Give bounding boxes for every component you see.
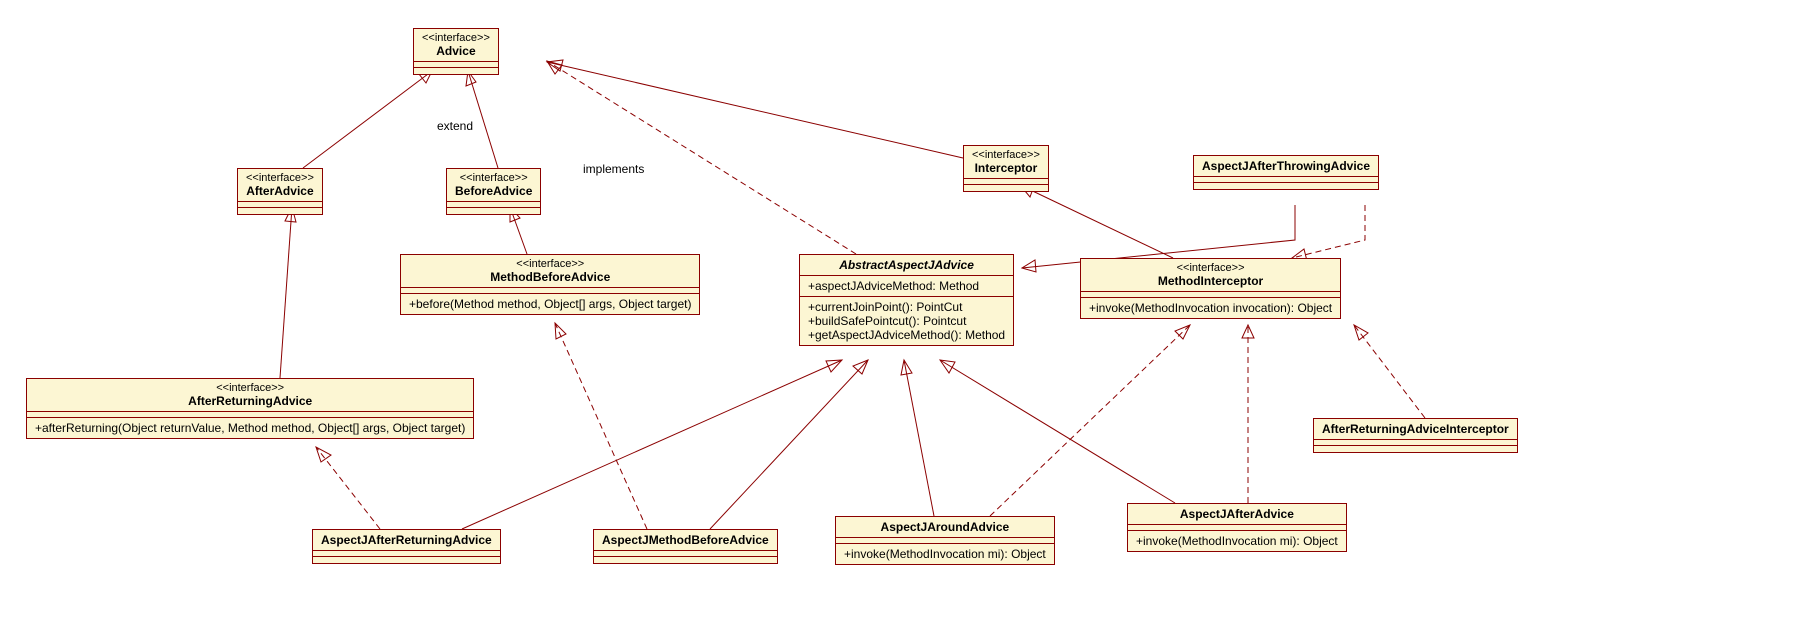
class-header: AspectJAfterThrowingAdvice [1194, 156, 1378, 177]
class-name: BeforeAdvice [455, 184, 532, 198]
method: +invoke(MethodInvocation invocation): Ob… [1089, 301, 1332, 315]
class-name: AspectJMethodBeforeAdvice [602, 533, 769, 547]
class-aspectj-after-throwing: AspectJAfterThrowingAdvice [1193, 155, 1379, 190]
class-before-advice: <<interface>> BeforeAdvice [446, 168, 541, 215]
stereotype: <<interface>> [409, 258, 691, 270]
class-aspectj-method-before: AspectJMethodBeforeAdvice [593, 529, 778, 564]
class-name: AspectJAfterThrowingAdvice [1202, 159, 1370, 173]
method: +invoke(MethodInvocation mi): Object [844, 547, 1046, 561]
stereotype: <<interface>> [422, 32, 490, 44]
class-name: Advice [422, 44, 490, 58]
class-name: AfterReturningAdvice [35, 394, 465, 408]
stereotype: <<interface>> [35, 382, 465, 394]
methods-section: +invoke(MethodInvocation mi): Object [1128, 531, 1346, 551]
class-header: AspectJMethodBeforeAdvice [594, 530, 777, 551]
class-interceptor: <<interface>> Interceptor [963, 145, 1049, 192]
methods-section: +before(Method method, Object[] args, Ob… [401, 294, 699, 314]
class-aspectj-around: AspectJAroundAdvice +invoke(MethodInvoca… [835, 516, 1055, 565]
methods-section: +invoke(MethodInvocation invocation): Ob… [1081, 298, 1340, 318]
methods-section [313, 557, 500, 563]
class-method-before-advice: <<interface>> MethodBeforeAdvice +before… [400, 254, 700, 315]
class-name: AspectJAroundAdvice [844, 520, 1046, 534]
stereotype: <<interface>> [246, 172, 314, 184]
methods-section [1314, 446, 1517, 452]
class-abstract-aspectj-advice: AbstractAspectJAdvice +aspectJAdviceMeth… [799, 254, 1014, 346]
methods-section [238, 208, 322, 214]
method: +buildSafePointcut(): Pointcut [808, 314, 1005, 328]
methods-section [414, 68, 498, 74]
class-after-returning-interceptor: AfterReturningAdviceInterceptor [1313, 418, 1518, 453]
methods-section: +currentJoinPoint(): PointCut +buildSafe… [800, 297, 1013, 345]
method: +getAspectJAdviceMethod(): Method [808, 328, 1005, 342]
class-header: <<interface>> MethodInterceptor [1081, 259, 1340, 292]
method: +invoke(MethodInvocation mi): Object [1136, 534, 1338, 548]
class-header: AspectJAroundAdvice [836, 517, 1054, 538]
class-header: <<interface>> MethodBeforeAdvice [401, 255, 699, 288]
stereotype: <<interface>> [972, 149, 1040, 161]
class-header: AspectJAfterReturningAdvice [313, 530, 500, 551]
methods-section: +invoke(MethodInvocation mi): Object [836, 544, 1054, 564]
methods-section [964, 185, 1048, 191]
label-implements: implements [583, 162, 644, 176]
class-name: MethodBeforeAdvice [409, 270, 691, 284]
class-name: AspectJAfterReturningAdvice [321, 533, 492, 547]
class-name: MethodInterceptor [1089, 274, 1332, 288]
class-header: <<interface>> AfterReturningAdvice [27, 379, 473, 412]
methods-section [594, 557, 777, 563]
class-header: <<interface>> AfterAdvice [238, 169, 322, 202]
methods-section [1194, 183, 1378, 189]
class-header: AbstractAspectJAdvice [800, 255, 1013, 276]
attributes-section: +aspectJAdviceMethod: Method [800, 276, 1013, 297]
class-header: AspectJAfterAdvice [1128, 504, 1346, 525]
class-aspectj-after-returning: AspectJAfterReturningAdvice [312, 529, 501, 564]
attribute: +aspectJAdviceMethod: Method [808, 279, 1005, 293]
class-name: AbstractAspectJAdvice [808, 258, 1005, 272]
class-name: Interceptor [972, 161, 1040, 175]
method: +afterReturning(Object returnValue, Meth… [35, 421, 465, 435]
class-after-returning-advice: <<interface>> AfterReturningAdvice +afte… [26, 378, 474, 439]
class-header: <<interface>> BeforeAdvice [447, 169, 540, 202]
methods-section [447, 208, 540, 214]
method: +currentJoinPoint(): PointCut [808, 300, 1005, 314]
class-name: AfterAdvice [246, 184, 314, 198]
methods-section: +afterReturning(Object returnValue, Meth… [27, 418, 473, 438]
class-advice: <<interface>> Advice [413, 28, 499, 75]
class-header: <<interface>> Interceptor [964, 146, 1048, 179]
class-header: <<interface>> Advice [414, 29, 498, 62]
stereotype: <<interface>> [1089, 262, 1332, 274]
stereotype: <<interface>> [455, 172, 532, 184]
class-method-interceptor: <<interface>> MethodInterceptor +invoke(… [1080, 258, 1341, 319]
class-aspectj-after: AspectJAfterAdvice +invoke(MethodInvocat… [1127, 503, 1347, 552]
class-name: AfterReturningAdviceInterceptor [1322, 422, 1509, 436]
class-name: AspectJAfterAdvice [1136, 507, 1338, 521]
class-after-advice: <<interface>> AfterAdvice [237, 168, 323, 215]
label-extend: extend [437, 119, 473, 133]
method: +before(Method method, Object[] args, Ob… [409, 297, 691, 311]
class-header: AfterReturningAdviceInterceptor [1314, 419, 1517, 440]
